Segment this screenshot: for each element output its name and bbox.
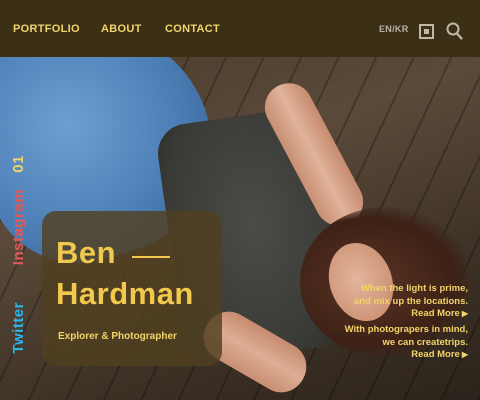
nav-about-link[interactable]: ABOUT — [101, 23, 142, 35]
quote-block: When the light is prime, and mix up the … — [354, 283, 468, 321]
section-number: 01 — [10, 155, 27, 173]
navbar: PORTFOLIO ABOUT CONTACT EN/KR — [0, 0, 480, 57]
quote-line: we can createtrips. — [382, 336, 468, 348]
profile-role: Explorer & Photographer — [58, 331, 177, 342]
divider — [132, 256, 170, 258]
quote-line: With photograpers in mind, — [344, 324, 468, 335]
read-more-label: Read More — [411, 308, 460, 319]
language-switch[interactable]: EN/KR — [379, 24, 409, 34]
search-icon[interactable] — [446, 22, 463, 40]
profile-last-name: Hardman — [56, 276, 194, 311]
quote-block: With photograpers in mind, we can create… — [345, 324, 468, 362]
instagram-link[interactable]: Instagram — [10, 189, 27, 265]
quote-line: and mix up the locations. — [353, 295, 468, 307]
triangle-right-icon: ▶ — [461, 350, 468, 359]
read-more-label: Read More — [411, 349, 460, 360]
profile-first-name: Ben — [56, 235, 117, 270]
twitter-link[interactable]: Twitter — [10, 302, 27, 354]
nav-contact-link[interactable]: CONTACT — [165, 23, 220, 35]
quote-line: When the light is prime, — [360, 283, 468, 294]
read-more-link[interactable]: Read More ▶ — [354, 308, 468, 321]
nav-portfolio-link[interactable]: PORTFOLIO — [13, 23, 80, 35]
read-more-link[interactable]: Read More ▶ — [345, 349, 468, 362]
triangle-right-icon: ▶ — [461, 309, 468, 318]
square-icon[interactable] — [419, 24, 434, 39]
